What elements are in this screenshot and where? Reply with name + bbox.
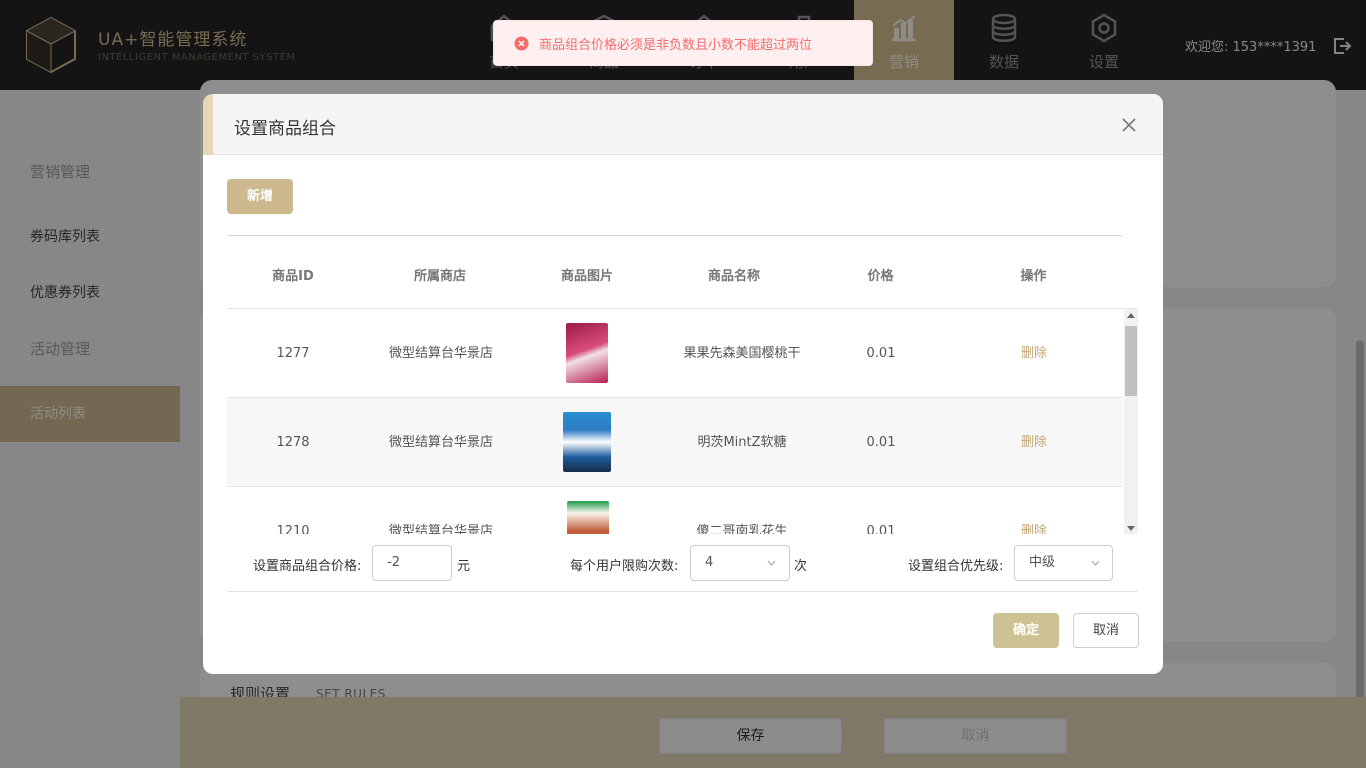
cell-id: 1210 — [276, 524, 310, 534]
product-image-cherry — [566, 323, 608, 383]
product-table-body[interactable]: 1277 微型结算台华景店 果果先森美国樱桃干 0.01 删除 1278 微型结… — [227, 308, 1138, 534]
chevron-down-icon — [1091, 560, 1100, 566]
dialog-header-accent — [203, 94, 213, 155]
error-circle-icon — [514, 36, 529, 51]
priority-value: 中级 — [1029, 555, 1056, 570]
scroll-down-arrow-icon[interactable] — [1127, 526, 1135, 531]
cell-name: 明茨MintZ软糖 — [697, 435, 787, 450]
price-unit: 元 — [457, 559, 471, 574]
purchase-limit-select[interactable]: 4 — [690, 545, 790, 581]
error-toast-message: 商品组合价格必须是非负数且小数不能超过两位 — [539, 38, 813, 53]
table-row: 1277 微型结算台华景店 果果先森美国樱桃干 0.01 删除 — [227, 309, 1123, 398]
product-combo-dialog: 设置商品组合 新增 商品ID 所属商店 商品图片 商品名称 价格 操作 1277… — [203, 94, 1163, 674]
priority-select[interactable]: 中级 — [1014, 545, 1113, 581]
cell-name: 傻二哥南乳花生 — [696, 524, 788, 534]
column-header-store: 所属商店 — [413, 269, 466, 284]
limit-unit: 次 — [794, 559, 808, 574]
column-header-id: 商品ID — [272, 269, 314, 284]
table-scrollbar[interactable] — [1124, 309, 1138, 534]
delete-link[interactable]: 删除 — [1007, 487, 1061, 534]
error-toast: 商品组合价格必须是非负数且小数不能超过两位 — [493, 20, 873, 66]
purchase-limit-value: 4 — [705, 555, 714, 570]
column-header-image: 商品图片 — [560, 269, 613, 284]
divider — [227, 591, 1138, 592]
table-row: 1210 微型结算台华景店 傻二哥南乳花生 0.01 删除 — [227, 487, 1123, 534]
table-row: 1278 微型结算台华景店 明茨MintZ软糖 0.01 删除 — [227, 398, 1123, 487]
cell-price: 0.01 — [866, 435, 896, 450]
cancel-button[interactable]: 取消 — [1073, 613, 1139, 648]
cell-store: 微型结算台华景店 — [388, 435, 493, 450]
delete-link[interactable]: 删除 — [1007, 398, 1061, 487]
cell-name: 果果先森美国樱桃干 — [683, 346, 801, 361]
purchase-limit-label: 每个用户限购次数: — [570, 559, 679, 574]
product-image-peanut — [567, 501, 609, 534]
cell-id: 1278 — [276, 435, 310, 450]
close-icon[interactable] — [1120, 116, 1138, 134]
priority-label: 设置组合优先级: — [908, 559, 1004, 574]
add-product-button[interactable]: 新增 — [227, 179, 293, 214]
cell-price: 0.01 — [866, 524, 896, 534]
product-image-mintz — [563, 412, 611, 472]
cell-price: 0.01 — [866, 346, 896, 361]
scrollbar-thumb[interactable] — [1125, 326, 1137, 396]
column-header-price: 价格 — [867, 269, 894, 284]
delete-link[interactable]: 删除 — [1007, 309, 1061, 398]
scroll-up-arrow-icon[interactable] — [1127, 313, 1135, 318]
column-header-action: 操作 — [1020, 269, 1047, 284]
combo-price-label: 设置商品组合价格: — [253, 559, 362, 574]
divider — [227, 235, 1122, 236]
confirm-button[interactable]: 确定 — [993, 613, 1059, 648]
cell-store: 微型结算台华景店 — [388, 346, 493, 361]
cell-store: 微型结算台华景店 — [388, 524, 493, 534]
chevron-down-icon — [767, 560, 776, 566]
cell-id: 1277 — [276, 346, 310, 361]
column-header-name: 商品名称 — [707, 269, 760, 284]
dialog-title: 设置商品组合 — [234, 119, 336, 139]
dialog-header: 设置商品组合 — [203, 94, 1163, 155]
combo-price-input[interactable]: -2 — [372, 545, 452, 581]
